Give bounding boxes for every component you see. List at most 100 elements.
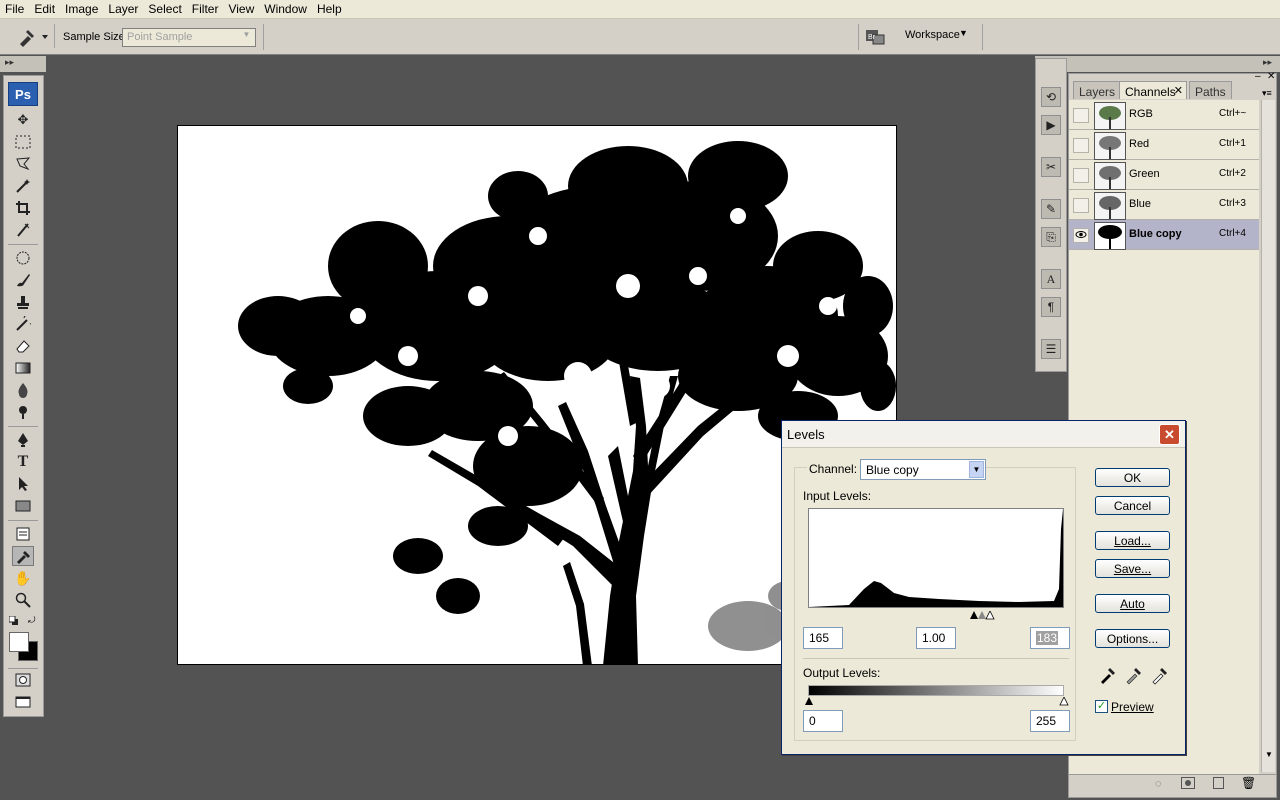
tab-layers[interactable]: Layers [1073,81,1122,99]
hand-tool-icon[interactable]: ✋ [12,568,34,588]
menu-filter[interactable]: Filter [187,0,224,18]
brushes-panel-icon[interactable]: ✎ [1041,199,1061,219]
marquee-tool-icon[interactable] [12,132,34,152]
menu-layer[interactable]: Layer [103,0,143,18]
actions-panel-icon[interactable]: ▶ [1041,115,1061,135]
output-white-field[interactable]: 255 [1030,710,1070,732]
bridge-icon[interactable]: Br [864,27,886,47]
sample-size-select[interactable]: Point Sample ▼ [122,28,256,47]
eyedropper-tool-icon[interactable] [12,546,34,566]
channel-row-rgb[interactable]: RGB Ctrl+~ [1069,100,1259,130]
trash-icon[interactable]: 🗑 [1241,776,1256,790]
channel-row-green[interactable]: Green Ctrl+2 [1069,160,1259,190]
auto-button[interactable]: Auto [1095,594,1170,613]
menu-help[interactable]: Help [312,0,347,18]
channel-row-blue[interactable]: Blue Ctrl+3 [1069,190,1259,220]
screen-mode-icon[interactable] [12,692,34,712]
chevron-down-icon[interactable]: ▼ [969,461,984,478]
foreground-color-swatch[interactable] [9,632,29,652]
close-icon[interactable]: ✕ [1174,84,1183,97]
menu-window[interactable]: Window [259,0,312,18]
brush-tool-icon[interactable] [12,270,34,290]
menu-edit[interactable]: Edit [29,0,60,18]
shape-tool-icon[interactable] [12,496,34,516]
magic-wand-tool-icon[interactable] [12,176,34,196]
input-black-field[interactable]: 165 [803,627,843,649]
tab-channels[interactable]: Channels ✕ [1119,81,1187,99]
blur-tool-icon[interactable] [12,380,34,400]
output-sliders[interactable] [804,696,1070,706]
channel-row-red[interactable]: Red Ctrl+1 [1069,130,1259,160]
menu-image[interactable]: Image [60,0,103,18]
cancel-button[interactable]: Cancel [1095,496,1170,515]
ok-button[interactable]: OK [1095,468,1170,487]
channel-list-scrollbar[interactable]: ▼ [1261,100,1275,772]
healing-brush-tool-icon[interactable] [12,248,34,268]
white-point-eyedropper-icon[interactable] [1150,665,1170,685]
type-tool-icon[interactable]: T [12,452,34,472]
dodge-tool-icon[interactable] [12,402,34,422]
lasso-tool-icon[interactable] [12,154,34,174]
zoom-tool-icon[interactable] [12,590,34,610]
eye-icon [1075,231,1087,238]
minimize-icon[interactable]: – [1255,71,1261,82]
tab-paths[interactable]: Paths [1189,81,1232,99]
preview-checkbox[interactable]: ✓ [1095,700,1108,713]
load-button[interactable]: Load... [1095,531,1170,550]
channel-select[interactable]: Blue copy ▼ [860,459,986,480]
load-selection-icon[interactable]: ◌ [1155,778,1162,790]
swap-colors-icon[interactable]: ⤾ [28,615,38,625]
save-selection-icon[interactable] [1181,777,1195,789]
dialog-close-button[interactable]: ✕ [1159,424,1180,445]
new-channel-icon[interactable] [1213,777,1224,789]
clone-source-panel-icon[interactable]: ⎘ [1041,227,1061,247]
tool-presets-panel-icon[interactable]: ✂ [1041,157,1061,177]
pen-tool-icon[interactable] [12,430,34,450]
toolbox-header[interactable]: ▸▸ [0,56,46,72]
path-selection-tool-icon[interactable] [12,474,34,494]
save-button[interactable]: Save... [1095,559,1170,578]
gradient-tool-icon[interactable] [12,358,34,378]
default-colors-icon[interactable] [8,615,18,625]
ps-logo: Ps [8,82,38,106]
tool-preset-picker[interactable] [6,24,55,48]
paragraph-panel-icon[interactable]: ¶ [1041,297,1061,317]
clone-stamp-tool-icon[interactable] [12,292,34,312]
crop-tool-icon[interactable] [12,198,34,218]
channel-value: Blue copy [866,463,919,477]
visibility-toggle[interactable] [1073,168,1089,183]
channel-row-blue-copy[interactable]: Blue copy Ctrl+4 [1069,220,1259,250]
dock-header[interactable]: ◂◂ ▸▸ [1035,56,1280,72]
auto-button-label: Auto [1120,597,1145,611]
slice-tool-icon[interactable] [12,220,34,240]
output-black-field[interactable]: 0 [803,710,843,732]
visibility-toggle[interactable] [1073,198,1089,213]
input-gamma-field[interactable]: 1.00 [916,627,956,649]
workspace-button[interactable]: Workspace ▼ [895,25,975,47]
quick-mask-icon[interactable] [12,670,34,690]
close-icon: ✕ [1164,427,1175,442]
scroll-down-icon[interactable]: ▼ [1265,750,1273,759]
history-panel-icon[interactable]: ⟲ [1041,87,1061,107]
input-white-field[interactable]: 183 [1030,627,1070,649]
dialog-titlebar[interactable]: Levels ✕ [782,421,1185,448]
move-tool-icon[interactable]: ✥ [12,110,34,130]
menu-file[interactable]: File [0,0,29,18]
close-icon[interactable]: ✕ [1267,71,1275,82]
input-sliders[interactable] [970,610,1000,621]
eraser-tool-icon[interactable] [12,336,34,356]
options-button[interactable]: Options... [1095,629,1170,648]
character-panel-icon[interactable]: A [1041,269,1061,289]
notes-tool-icon[interactable] [12,524,34,544]
visibility-toggle[interactable] [1073,138,1089,153]
channel-thumbnail [1094,102,1126,130]
layer-comps-panel-icon[interactable]: ☰ [1041,339,1061,359]
black-point-eyedropper-icon[interactable] [1098,665,1118,685]
gray-point-eyedropper-icon[interactable] [1124,665,1144,685]
menu-select[interactable]: Select [143,0,186,18]
menu-view[interactable]: View [223,0,259,18]
history-brush-tool-icon[interactable] [12,314,34,334]
visibility-toggle[interactable] [1073,228,1089,243]
visibility-toggle[interactable] [1073,108,1089,123]
panel-menu-icon[interactable]: ▾≡ [1262,88,1272,99]
